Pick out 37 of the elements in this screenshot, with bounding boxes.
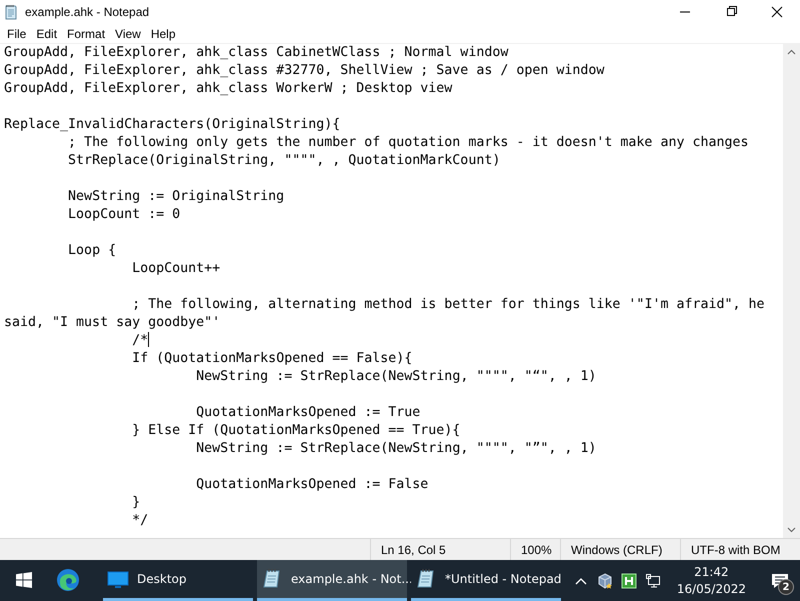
code-line: StrReplace(OriginalString, """", , QuotationMarkCount) [67, 152, 500, 170]
menu-item[interactable]: Help [146, 26, 181, 40]
code-line: Replace_InvalidCharacters(OriginalString){ [4, 116, 340, 134]
notification-badge: 2 [778, 579, 794, 595]
code-line: If (QuotationMarksOpened == False){ [131, 350, 412, 368]
code-line: } Else If (QuotationMarksOpened == True){ [131, 422, 460, 440]
code-line: ; The following, alternating method is better for things like '"I'm afraid", he said, "I must say goodbye"' [4, 296, 766, 332]
browser-icon[interactable] [56, 568, 80, 592]
menu-item[interactable]: View [110, 26, 146, 40]
notepad-icon [3, 4, 19, 20]
code-line: } [131, 494, 140, 512]
code-line: /* [131, 332, 150, 350]
menu-item[interactable]: Format [62, 26, 110, 40]
scrollbar[interactable] [783, 44, 800, 538]
cube-icon[interactable] [596, 572, 613, 588]
code-line: NewString := OriginalString [67, 188, 284, 206]
network-icon[interactable] [644, 572, 661, 588]
code-line: LoopCount++ [131, 260, 220, 278]
code-line: */ [131, 512, 148, 530]
clock[interactable]: 21:42 16/05/2022 [676, 564, 746, 598]
h-letter-icon[interactable] [620, 572, 637, 588]
windows-start-icon[interactable] [16, 572, 32, 588]
code-line: GroupAdd, FileExplorer, ahk_class CabinetWClass ; Normal window [4, 44, 508, 62]
code-line: NewString := StrReplace(NewString, """", "“", , 1) [195, 368, 596, 386]
window-title: example.ahk - Notepad [25, 5, 150, 19]
clock-date: 16/05/2022 [676, 580, 746, 598]
menu-item[interactable]: File [2, 26, 32, 40]
clock-time: 21:42 [694, 564, 729, 580]
code-line: QuotationMarksOpened := False [195, 476, 428, 494]
code-line: QuotationMarksOpened := True [195, 404, 420, 422]
code-line: GroupAdd, FileExplorer, ahk_class #32770, ShellView ; Save as / open window [4, 62, 604, 80]
code-line: GroupAdd, FileExplorer, ahk_class WorkerW ; Desktop view [4, 80, 452, 98]
code-line: ; The following only gets the number of quotation marks - it doesn't make any changes [67, 134, 749, 152]
code-line: LoopCount := 0 [67, 206, 180, 224]
code-line: NewString := StrReplace(NewString, """", "”", , 1) [195, 440, 596, 458]
code-line: Loop { [67, 242, 116, 260]
menu-item[interactable]: Edit [31, 26, 62, 40]
